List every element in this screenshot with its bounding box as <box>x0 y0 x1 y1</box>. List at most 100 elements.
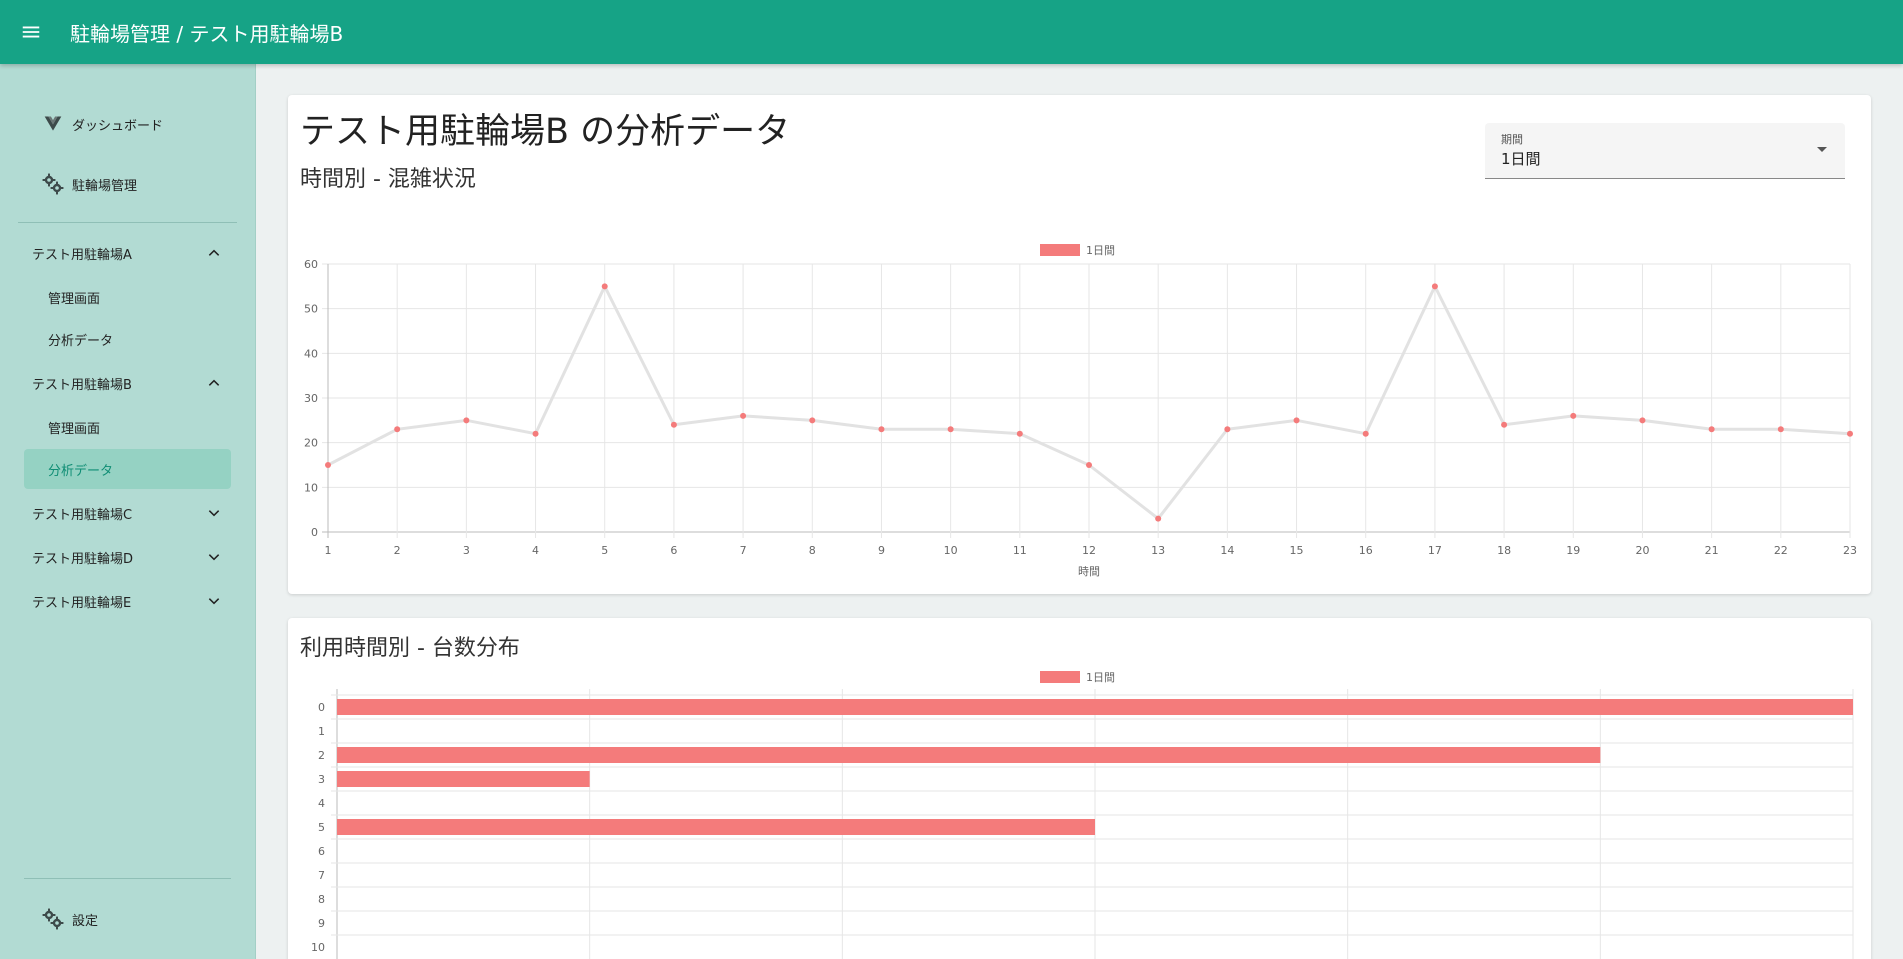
nav-settings-label: 設定 <box>72 913 99 929</box>
x-tick-label: 21 <box>1705 544 1719 557</box>
sidebar-divider <box>18 222 237 223</box>
data-point <box>601 283 608 290</box>
congestion-line-chart: 1日間01020304050601 2 3 4 5 6 7 8 9 10 11 12 13 14 15 16 1… <box>304 244 1857 578</box>
data-point <box>1086 462 1092 468</box>
sidebar: ダッシュボード 駐輪場管理 テスト用駐輪場A 管理画面 分析データ テスト用駐輪… <box>0 64 256 959</box>
group-parking-a[interactable]: テスト用駐輪場A <box>0 231 255 275</box>
data-point <box>1847 430 1853 437</box>
nav-settings[interactable]: 設定 <box>0 879 255 959</box>
y-tick-label: 10 <box>304 481 318 494</box>
y-tick-label: 1 <box>318 725 325 738</box>
group-parking-e[interactable]: テスト用駐輪場E <box>0 579 255 623</box>
x-tick-label: 4 <box>532 544 539 557</box>
y-tick-label: 9 <box>318 917 325 930</box>
parking-a-admin[interactable]: 管理画面 <box>24 277 231 317</box>
data-point <box>809 417 816 424</box>
x-tick-label: 6 <box>670 544 677 557</box>
x-tick-label: 23 <box>1843 544 1857 557</box>
y-tick-label: 10 <box>311 941 325 954</box>
y-tick-label: 0 <box>311 526 318 539</box>
y-tick-label: 20 <box>304 437 318 450</box>
x-tick-label: 10 <box>944 544 958 557</box>
x-tick-label: 12 <box>1082 544 1096 557</box>
congestion-card: テスト用駐輪場B の分析データ 時間別 - 混雑状況 期間 1日間 1日間 0 10… <box>288 95 1871 594</box>
parking-a-analytics[interactable]: 分析データ <box>24 319 231 359</box>
x-tick-label: 8 <box>809 544 816 557</box>
data-point <box>1501 421 1508 428</box>
chevron-down-icon <box>208 554 220 561</box>
x-tick-label: 1 <box>325 544 332 557</box>
legend-label: 1日間 <box>1086 671 1115 684</box>
data-point <box>532 430 539 437</box>
parking-b-admin[interactable]: 管理画面 <box>24 407 231 447</box>
chevron-down-icon <box>208 598 220 605</box>
x-tick-label: 9 <box>878 544 885 557</box>
bar <box>337 699 1853 715</box>
group-parking-e-label: テスト用駐輪場E <box>32 595 132 611</box>
legend-swatch <box>1040 671 1080 683</box>
x-tick-label: 7 <box>740 544 747 557</box>
chevron-down-icon <box>208 510 220 517</box>
data-point <box>947 426 954 433</box>
y-tick-label: 30 <box>304 392 318 405</box>
y-tick-label: 8 <box>318 893 325 906</box>
group-parking-b[interactable]: テスト用駐輪場B <box>0 361 255 405</box>
data-point <box>394 426 401 433</box>
y-tick-label: 6 <box>318 845 325 858</box>
bar <box>337 747 1601 763</box>
x-axis-label: 時間 <box>1078 565 1100 578</box>
data-point <box>740 412 747 419</box>
distribution-bar-chart: 1日間 0 1 2 3 4 5 6 7 8 9 10 <box>311 671 1854 959</box>
y-tick-label: 50 <box>304 303 318 316</box>
x-tick-label: 5 <box>601 544 608 557</box>
y-tick-label: 5 <box>318 821 325 834</box>
x-tick-label: 13 <box>1151 544 1165 557</box>
x-tick-label: 11 <box>1013 544 1027 557</box>
chevron-up-icon <box>208 379 220 386</box>
data-point <box>670 421 677 428</box>
nav-parking-management[interactable]: 駐輪場管理 <box>0 154 255 214</box>
data-point <box>1570 412 1577 419</box>
bar <box>337 819 1095 835</box>
data-point <box>1362 430 1369 437</box>
x-tick-label: 19 <box>1566 544 1580 557</box>
bar <box>337 771 590 787</box>
gears-icon <box>40 906 66 932</box>
gears-icon <box>40 171 66 197</box>
nav-parking-management-label: 駐輪場管理 <box>72 178 138 194</box>
parking-b-analytics[interactable]: 分析データ <box>24 449 231 489</box>
y-tick-label: 3 <box>318 773 325 786</box>
y-tick-label: 60 <box>304 258 318 271</box>
hamburger-icon <box>22 26 40 38</box>
x-tick-label: 16 <box>1359 544 1373 557</box>
nav-dashboard[interactable]: ダッシュボード <box>0 94 255 154</box>
group-parking-b-label: テスト用駐輪場B <box>32 377 132 393</box>
group-parking-a-label: テスト用駐輪場A <box>32 247 132 263</box>
data-point <box>1777 426 1784 433</box>
x-tick-label: 18 <box>1497 544 1511 557</box>
group-parking-c[interactable]: テスト用駐輪場C <box>0 491 255 535</box>
app-bar: 駐輪場管理 / テスト用駐輪場B <box>0 0 1903 64</box>
x-tick-label: 22 <box>1774 544 1788 557</box>
legend-swatch <box>1040 244 1080 256</box>
group-parking-d[interactable]: テスト用駐輪場D <box>0 535 255 579</box>
data-point <box>463 417 470 424</box>
group-parking-c-label: テスト用駐輪場C <box>32 507 133 523</box>
nav-dashboard-label: ダッシュボード <box>72 118 164 134</box>
x-tick-label: 14 <box>1220 544 1234 557</box>
distribution-card: 利用時間別 - 台数分布 1日間 0 1 2 3 4 5 6 7 8 9 10 <box>288 618 1871 959</box>
app-title: 駐輪場管理 / テスト用駐輪場B <box>70 21 344 46</box>
data-point <box>1639 417 1646 424</box>
x-tick-label: 2 <box>394 544 401 557</box>
group-parking-d-label: テスト用駐輪場D <box>32 551 134 567</box>
y-tick-label: 2 <box>318 749 325 762</box>
y-tick-label: 7 <box>318 869 325 882</box>
x-tick-label: 3 <box>463 544 470 557</box>
data-point <box>1155 515 1162 522</box>
data-point <box>325 462 331 468</box>
chevron-up-icon <box>208 249 220 256</box>
data-point <box>1016 430 1023 437</box>
legend-label: 1日間 <box>1086 244 1115 257</box>
data-point <box>1224 426 1231 433</box>
menu-button[interactable] <box>0 0 62 64</box>
